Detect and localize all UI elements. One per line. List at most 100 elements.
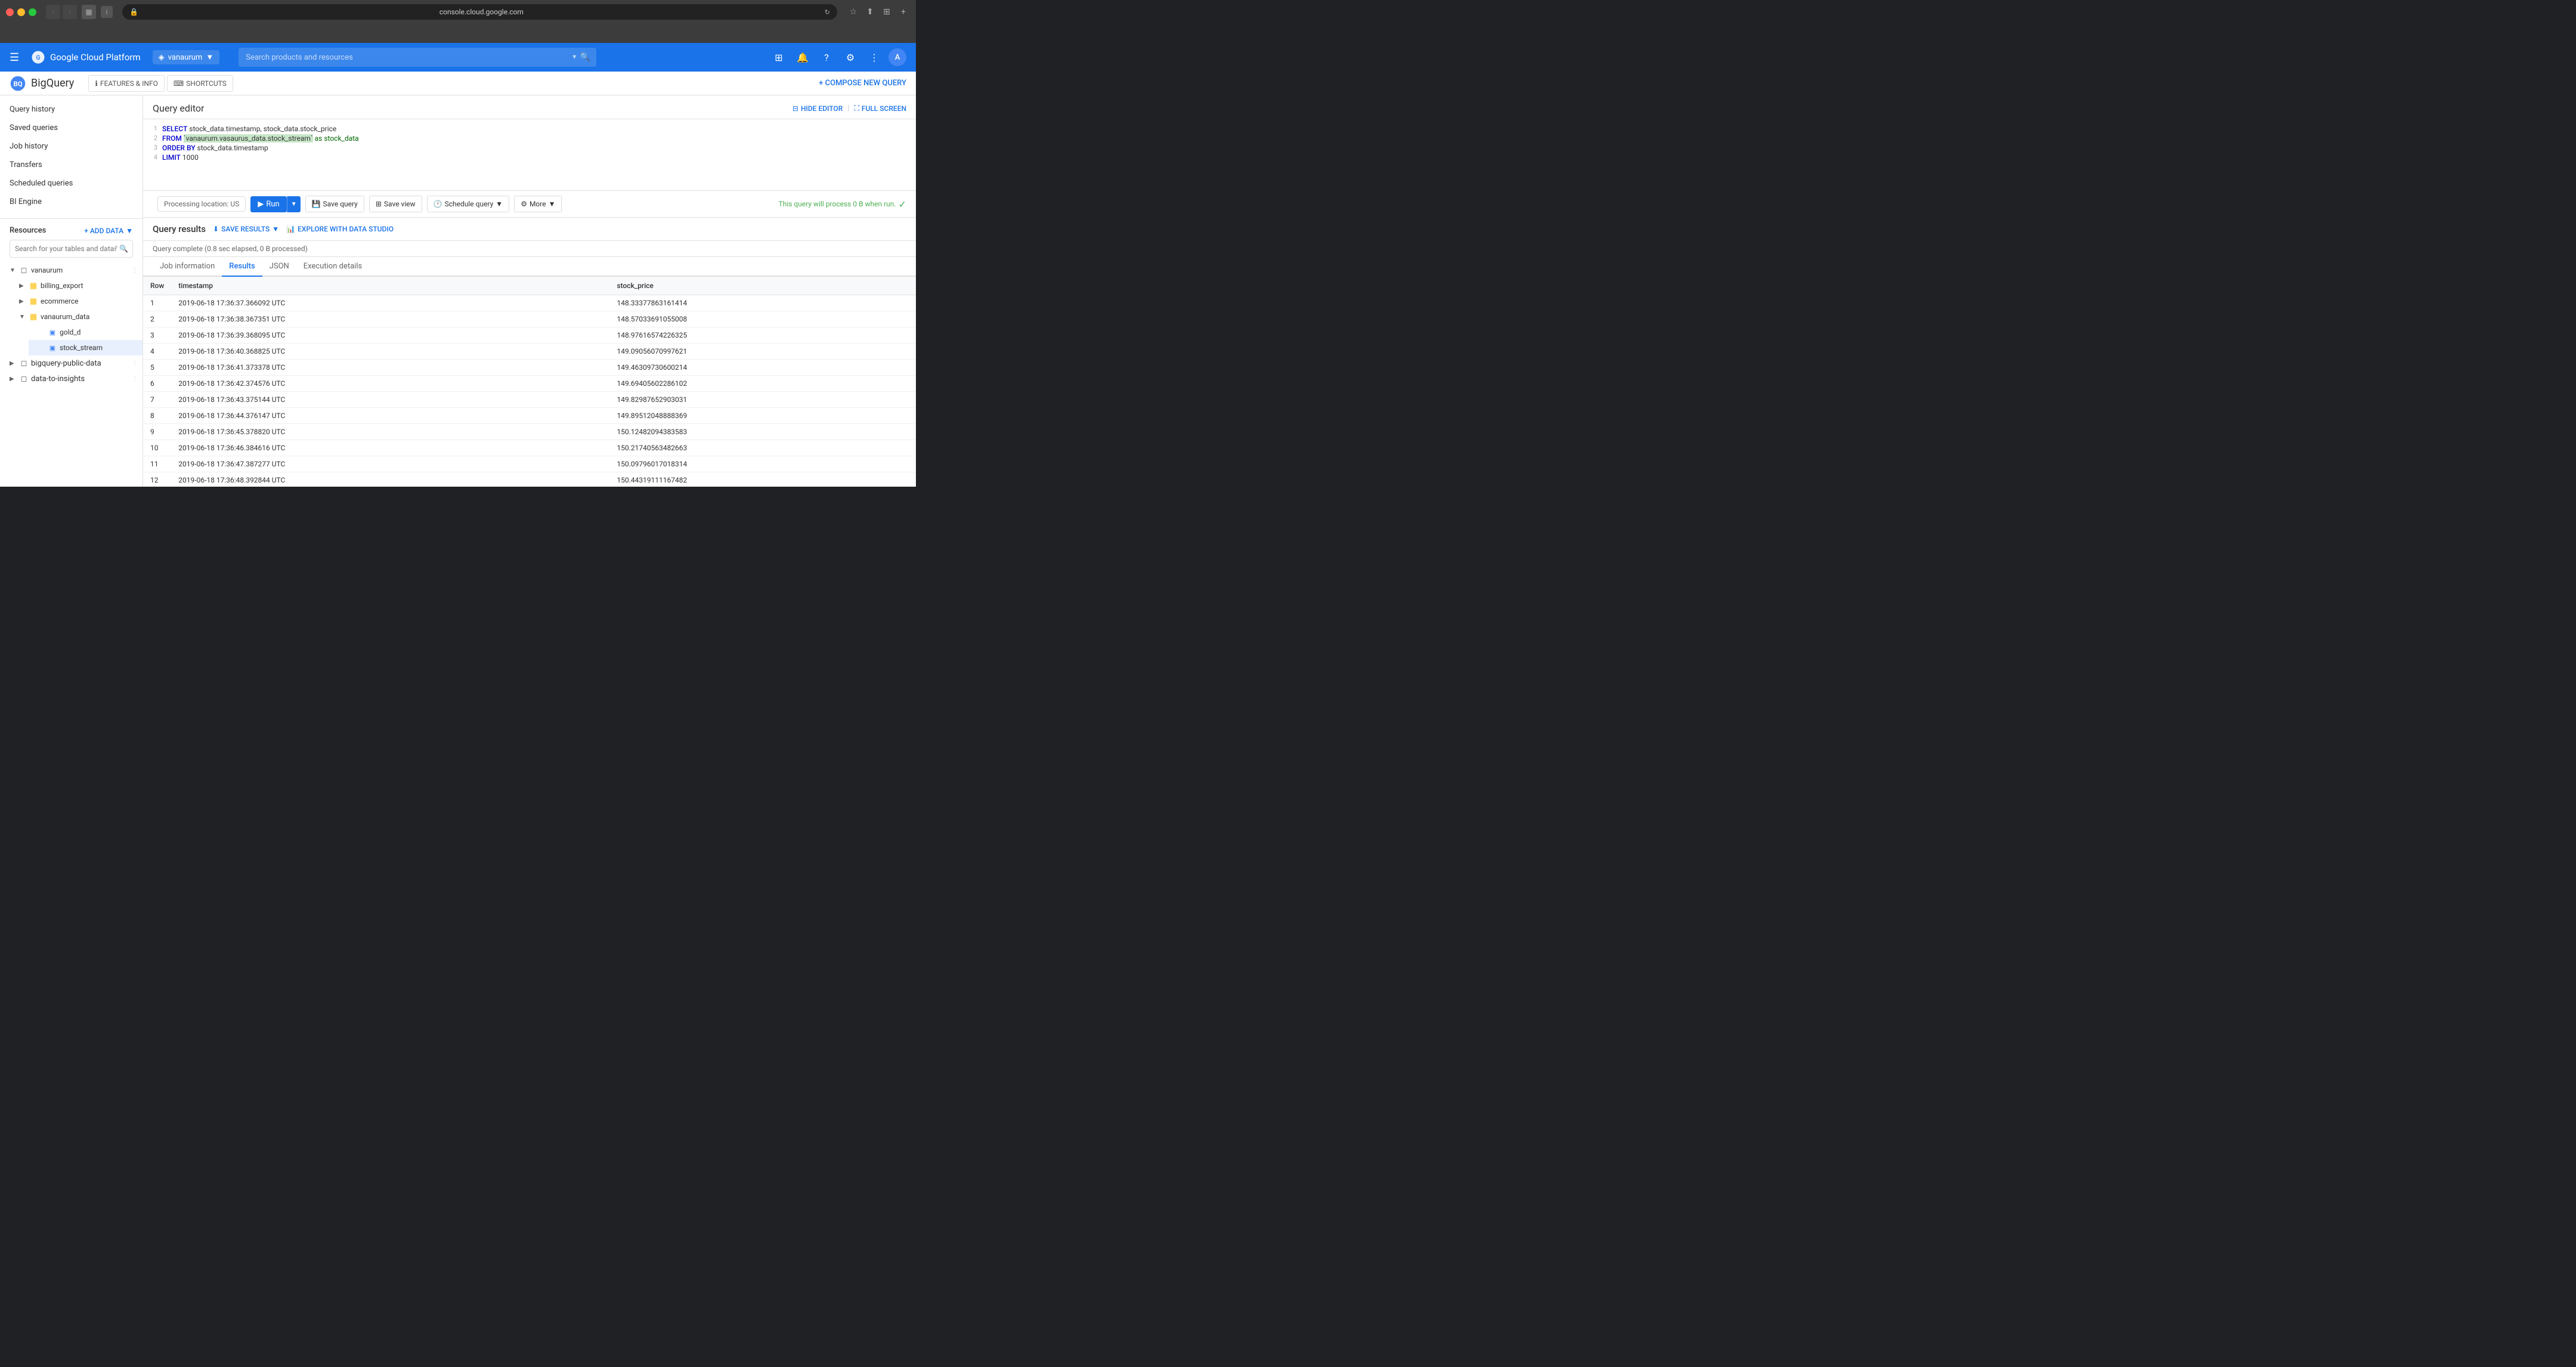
project-vanaurum-row[interactable]: ▼ ◻ vanaurum ⋮ <box>0 262 143 278</box>
features-info-link[interactable]: ℹ FEATURES & INFO <box>88 75 165 92</box>
table-row: 10 2019-06-18 17:36:46.384616 UTC 150.21… <box>143 440 916 456</box>
compose-query-button[interactable]: + COMPOSE NEW QUERY <box>819 79 906 88</box>
tab-json-label: JSON <box>270 262 289 271</box>
expand-icon: ▼ <box>10 267 17 274</box>
table-gold-d-row[interactable]: ▣ gold_d <box>29 324 143 340</box>
results-title: Query results <box>153 224 206 234</box>
project-vanaurum-label: vanaurum <box>31 266 129 274</box>
global-search-input[interactable] <box>239 48 596 67</box>
more-button[interactable]: ⚙ More ▼ <box>514 196 562 212</box>
add-data-label: + ADD DATA <box>84 227 123 235</box>
billing-export-label: billing_export <box>41 282 138 290</box>
maximize-button[interactable] <box>29 8 36 16</box>
cell-row-num: 12 <box>143 472 171 487</box>
cell-row-num: 6 <box>143 376 171 392</box>
sidebar-item-bi-engine[interactable]: BI Engine <box>0 193 143 211</box>
dropdown-search-icon[interactable]: ▼ <box>571 54 577 61</box>
download-icon: ⬇ <box>213 225 219 233</box>
expand-icon: ▼ <box>19 314 26 320</box>
pin-icon: ⋮ <box>132 267 138 274</box>
global-search-bar: 🔍 ▼ <box>239 48 596 67</box>
code-line-1: 1 SELECT stock_data.timestamp, stock_dat… <box>143 124 916 134</box>
grid-icon[interactable]: ⊞ <box>880 5 893 18</box>
schedule-query-button[interactable]: 🕐 Schedule query ▼ <box>427 196 510 212</box>
dataset-ecommerce-row[interactable]: ▶ ▦ ecommerce <box>10 293 143 309</box>
full-screen-button[interactable]: ⛶ FULL SCREEN <box>854 104 906 113</box>
project-data-to-insights-row[interactable]: ▶ ◻ data-to-insights ⋮ <box>0 371 143 386</box>
tab-job-information[interactable]: Job information <box>153 257 222 277</box>
process-estimate: This query will process 0 B when run. ✓ <box>779 199 906 210</box>
cell-stock-price: 149.69405602286102 <box>609 376 916 392</box>
dataset-icon: ▦ <box>29 281 38 290</box>
forward-button[interactable]: › <box>63 5 77 19</box>
hamburger-menu[interactable]: ☰ <box>10 51 24 64</box>
back-button[interactable]: ‹ <box>46 5 60 19</box>
table-row: 9 2019-06-18 17:36:45.378820 UTC 150.124… <box>143 424 916 440</box>
line-num-1: 1 <box>148 125 157 133</box>
avatar[interactable]: A <box>888 48 906 66</box>
save-results-button[interactable]: ⬇ SAVE RESULTS ▼ <box>213 225 279 233</box>
url-text: console.cloud.google.com <box>142 8 821 16</box>
tab-execution-details[interactable]: Execution details <box>296 257 369 277</box>
table-stock-stream-row[interactable]: ▣ stock_stream <box>29 340 143 355</box>
tab-job-info-label: Job information <box>160 262 215 271</box>
tab-results[interactable]: Results <box>222 257 262 277</box>
hide-editor-button[interactable]: ⊟ HIDE EDITOR <box>792 104 843 113</box>
tab-json[interactable]: JSON <box>262 257 296 277</box>
result-tabs: Job information Results JSON Execution d… <box>143 257 916 277</box>
cell-row-num: 7 <box>143 392 171 408</box>
cell-row-num: 4 <box>143 344 171 360</box>
run-dropdown-button[interactable]: ▼ <box>287 196 301 212</box>
sidebar-item-scheduled-queries[interactable]: Scheduled queries <box>0 174 143 193</box>
project-selector[interactable]: ◈ vanaurum ▼ <box>153 50 220 64</box>
refresh-icon[interactable]: ↻ <box>825 8 830 16</box>
address-bar[interactable]: 🔒 console.cloud.google.com ↻ <box>122 4 837 20</box>
sidebar-item-job-history[interactable]: Job history <box>0 137 143 156</box>
close-button[interactable] <box>6 8 14 16</box>
vanaurum-data-children: ▣ gold_d ▣ stock_stream <box>10 324 143 355</box>
notifications-icon[interactable]: 🔔 <box>793 48 812 67</box>
project-name: vanaurum <box>168 53 203 62</box>
sidebar-item-transfers[interactable]: Transfers <box>0 156 143 174</box>
help-icon[interactable]: ? <box>817 48 836 67</box>
code-text-3: ORDER BY stock_data.timestamp <box>162 144 268 152</box>
lock-icon: 🔒 <box>129 8 138 16</box>
bookmark-icon[interactable]: ☆ <box>847 5 860 18</box>
more-label: More <box>530 200 546 208</box>
view-toggle-button[interactable]: ▦ <box>82 5 96 19</box>
project-bq-public-data-row[interactable]: ▶ ◻ bigquery-public-data ⋮ <box>0 355 143 371</box>
apps-icon[interactable]: ⊞ <box>769 48 788 67</box>
svg-text:BQ: BQ <box>13 79 22 88</box>
minimize-button[interactable] <box>17 8 25 16</box>
chart-icon: 📊 <box>286 225 295 233</box>
add-tab-icon[interactable]: + <box>897 5 910 18</box>
save-query-button[interactable]: 💾 Save query <box>305 196 364 212</box>
job-history-label: Job history <box>10 142 48 151</box>
shortcuts-link[interactable]: ⌨ SHORTCUTS <box>167 75 233 92</box>
col-timestamp: timestamp <box>171 277 609 295</box>
dataset-billing-export-row[interactable]: ▶ ▦ billing_export <box>10 278 143 293</box>
share-icon[interactable]: ⬆ <box>863 5 877 18</box>
cell-row-num: 8 <box>143 408 171 424</box>
settings-icon[interactable]: ⚙ <box>841 48 860 67</box>
add-data-button[interactable]: + ADD DATA ▼ <box>84 227 133 235</box>
sidebar-item-query-history[interactable]: Query history <box>0 100 143 119</box>
table-row: 4 2019-06-18 17:36:40.368825 UTC 149.090… <box>143 344 916 360</box>
save-view-button[interactable]: ⊞ Save view <box>369 196 422 212</box>
run-button[interactable]: ▶ Run <box>250 196 286 212</box>
cell-row-num: 1 <box>143 295 171 311</box>
editor-header: Query editor ⊟ HIDE EDITOR | ⛶ FULL SCRE… <box>143 95 916 119</box>
dataset-icon: ▦ <box>29 296 38 306</box>
hide-editor-label: HIDE EDITOR <box>801 104 843 113</box>
sidebar-item-saved-queries[interactable]: Saved queries <box>0 119 143 137</box>
more-vert-icon[interactable]: ⋮ <box>865 48 884 67</box>
dataset-vanaurum-data-row[interactable]: ▼ ▦ vanaurum_data <box>10 309 143 324</box>
cell-row-num: 5 <box>143 360 171 376</box>
table-row: 3 2019-06-18 17:36:39.368095 UTC 148.976… <box>143 327 916 344</box>
process-estimate-text: This query will process 0 B when run. <box>779 200 896 208</box>
search-icon: 🔍 <box>580 52 590 62</box>
code-editor[interactable]: 1 SELECT stock_data.timestamp, stock_dat… <box>143 119 916 191</box>
explore-data-studio-button[interactable]: 📊 EXPLORE WITH DATA STUDIO <box>286 225 394 233</box>
resources-label: Resources <box>10 226 46 235</box>
processing-location: Processing location: US <box>157 196 246 212</box>
